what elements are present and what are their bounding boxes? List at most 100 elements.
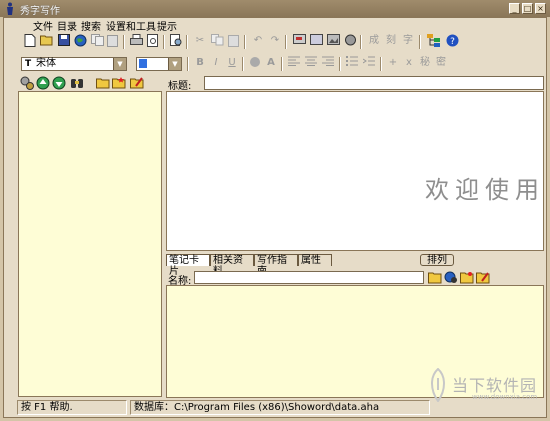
help-icon: ? <box>446 34 458 47</box>
title-label: 标题: <box>168 81 192 92</box>
document-editor[interactable]: 欢迎使用 <box>166 91 544 251</box>
menu-settings-tools[interactable]: 设置和工具 <box>106 18 156 33</box>
title-bar[interactable]: 秀字写作 _ □ × <box>0 0 550 17</box>
menu-file[interactable]: 文件 <box>33 18 53 33</box>
card-globe-button[interactable] <box>444 271 458 285</box>
save-icon <box>58 34 70 46</box>
copy-icon <box>210 34 223 46</box>
highlight-button[interactable] <box>248 56 262 70</box>
web-button[interactable] <box>73 34 87 48</box>
arrange-button[interactable]: 排列 <box>420 254 454 266</box>
card-folder-button[interactable] <box>428 271 442 285</box>
find-button[interactable] <box>169 34 183 48</box>
format-toolbar: T 宋体 ▼ ▼ B I U A + x 秘 密 <box>17 56 545 73</box>
copy-doc-icon <box>90 34 104 46</box>
new-folder-button[interactable] <box>112 76 126 90</box>
tab-writing-guide[interactable]: 写作指南 <box>254 254 298 277</box>
watermark-logo-icon <box>431 368 445 402</box>
bottom-tabs: 笔记卡片 相关资料 写作指南 属性 排列 <box>166 254 544 277</box>
open-button[interactable] <box>40 34 54 48</box>
text-tool-6[interactable]: 秘 <box>418 56 432 70</box>
folder-open-icon <box>40 35 53 46</box>
globe-icon <box>74 34 86 47</box>
redo-button[interactable]: ↷ <box>268 34 282 48</box>
undo-button[interactable]: ↶ <box>251 34 265 48</box>
move-up-button[interactable] <box>36 76 50 90</box>
copy-button[interactable] <box>210 34 224 48</box>
folder-open-icon <box>428 272 442 284</box>
share-button[interactable] <box>343 34 357 48</box>
cut-button[interactable]: ✂ <box>193 34 207 48</box>
font-select[interactable]: T 宋体 ▼ <box>21 57 127 71</box>
folder-new-icon <box>460 272 474 284</box>
align-center-button[interactable] <box>304 56 318 70</box>
tab-properties[interactable]: 属性 <box>298 254 332 266</box>
print-preview-button[interactable] <box>146 34 160 48</box>
text-tool-2[interactable]: 刻 <box>384 34 398 48</box>
svg-text:?: ? <box>450 37 455 47</box>
search-tree-button[interactable] <box>70 76 84 90</box>
frame-button[interactable] <box>309 34 323 48</box>
bold-button[interactable]: B <box>193 56 207 70</box>
underline-button[interactable]: U <box>225 56 239 70</box>
text-tool-7[interactable]: 密 <box>434 56 448 70</box>
text-tool-3[interactable]: 字 <box>401 34 415 48</box>
tab-note-cards[interactable]: 笔记卡片 <box>166 254 210 277</box>
status-bar: 按 F1 帮助. 数据库：C:\Program Files (x86)\Show… <box>17 400 545 415</box>
insert-icon <box>292 34 306 44</box>
bullet-list-button[interactable] <box>345 56 359 70</box>
copy-doc-button[interactable] <box>90 34 104 48</box>
font-color-button[interactable]: A <box>264 56 278 70</box>
card-new-folder-button[interactable] <box>460 271 474 285</box>
minimize-button[interactable]: _ <box>509 3 520 14</box>
font-size-select[interactable]: ▼ <box>136 57 182 71</box>
align-center-icon <box>305 56 317 66</box>
tree-button[interactable] <box>427 34 441 48</box>
indent-icon <box>362 56 375 66</box>
font-name: 宋体 <box>36 58 56 69</box>
paste-doc-button[interactable] <box>106 34 120 48</box>
welcome-text: 欢迎使用 <box>425 176 545 204</box>
image-icon <box>326 34 340 45</box>
move-down-button[interactable] <box>52 76 66 90</box>
open-folder-button[interactable] <box>96 76 110 90</box>
truetype-icon: T <box>25 59 32 69</box>
indent-button[interactable] <box>362 56 376 70</box>
card-edit-folder-button[interactable] <box>476 271 490 285</box>
main-toolbar: ✂ ↶ ↷ 成 刻 字 ? <box>17 34 545 51</box>
tree-icon <box>427 34 440 47</box>
window-title: 秀字写作 <box>20 6 60 17</box>
folder-edit-icon <box>476 272 490 284</box>
insert-button[interactable] <box>292 34 306 48</box>
help-button[interactable]: ? <box>445 34 459 48</box>
print-button[interactable] <box>129 34 143 48</box>
text-tool-5[interactable]: x <box>402 56 416 70</box>
image-button[interactable] <box>326 34 340 48</box>
italic-button[interactable]: I <box>209 56 223 70</box>
menu-search[interactable]: 搜索 <box>81 18 101 33</box>
arrow-down-icon <box>52 76 66 90</box>
save-button[interactable] <box>57 34 71 48</box>
app-icon <box>7 2 13 15</box>
chevron-down-icon[interactable]: ▼ <box>113 58 126 70</box>
menu-tips[interactable]: 提示 <box>157 18 177 33</box>
edit-folder-button[interactable] <box>130 76 144 90</box>
chevron-down-icon[interactable]: ▼ <box>168 58 181 70</box>
new-doc-button[interactable] <box>23 34 37 48</box>
align-right-button[interactable] <box>321 56 335 70</box>
align-left-button[interactable] <box>287 56 301 70</box>
menu-directory[interactable]: 目录 <box>57 18 77 33</box>
close-button[interactable]: × <box>535 3 546 14</box>
tree-tool-button[interactable] <box>20 76 34 90</box>
tab-related-materials[interactable]: 相关资料 <box>210 254 254 277</box>
maximize-button[interactable]: □ <box>522 3 533 14</box>
text-tool-1[interactable]: 成 <box>367 34 381 48</box>
align-right-icon <box>322 56 334 66</box>
notes-tree-pane[interactable] <box>18 91 162 397</box>
menu-bar: 文件 目录 搜索 设置和工具 提示 <box>6 17 544 33</box>
new-doc-icon <box>24 34 36 47</box>
title-input[interactable] <box>204 76 544 90</box>
paste-button[interactable] <box>227 34 241 48</box>
text-tool-4[interactable]: + <box>386 56 400 70</box>
name-input[interactable] <box>194 271 424 284</box>
